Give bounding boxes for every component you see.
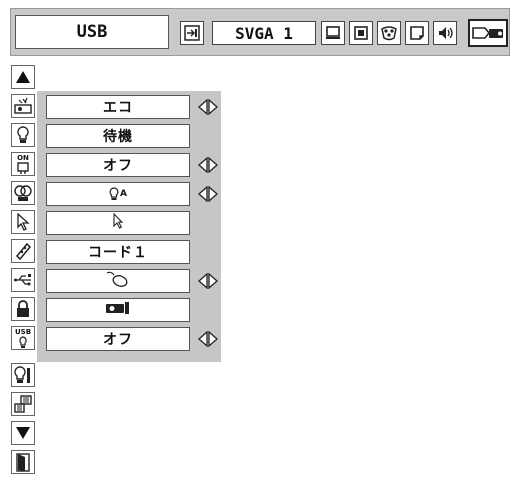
eco-mode-text: エコ bbox=[103, 100, 133, 116]
pointer-icon[interactable] bbox=[11, 210, 35, 234]
usb-power-value[interactable]: オフ bbox=[46, 327, 190, 351]
standby-icon[interactable] bbox=[11, 123, 35, 147]
lamp-auto-text: A bbox=[120, 189, 128, 199]
lamp-auto-icon: A bbox=[108, 187, 128, 201]
computer-mode-label: SVGA 1 bbox=[235, 23, 293, 43]
security-value[interactable] bbox=[46, 298, 190, 322]
filter-icon[interactable] bbox=[11, 392, 35, 416]
standby-value[interactable]: 待機 bbox=[46, 124, 190, 148]
color-icon[interactable] bbox=[377, 21, 401, 45]
setting-icon[interactable] bbox=[468, 19, 508, 47]
usb-mouse-icon[interactable] bbox=[11, 268, 35, 292]
remote-code-icon[interactable] bbox=[11, 239, 35, 263]
left-right-arrows-icon[interactable] bbox=[196, 327, 220, 351]
usb-power-text: オフ bbox=[103, 332, 133, 348]
mouse-icon bbox=[105, 271, 131, 291]
scroll-down-icon[interactable] bbox=[11, 421, 35, 445]
picture-icon[interactable] bbox=[405, 21, 429, 45]
pointer-value[interactable] bbox=[46, 211, 190, 235]
left-right-arrows-icon[interactable] bbox=[196, 182, 220, 206]
usb-badge: USB bbox=[14, 328, 32, 336]
lamp-control-value[interactable]: A bbox=[46, 182, 190, 206]
computer-mode-display: SVGA 1 bbox=[212, 21, 316, 45]
eco-mode-value[interactable]: エコ bbox=[46, 95, 190, 119]
projector-icon bbox=[105, 301, 131, 319]
security-lock-icon[interactable] bbox=[11, 297, 35, 321]
sound-icon[interactable] bbox=[433, 21, 457, 45]
on-start-value[interactable]: オフ bbox=[46, 153, 190, 177]
remote-code-value[interactable]: コード１ bbox=[46, 240, 190, 264]
remote-code-text: コード１ bbox=[88, 245, 148, 261]
pointer-cursor-icon bbox=[112, 212, 124, 233]
screen-icon[interactable] bbox=[321, 21, 345, 45]
image-adjust-icon[interactable] bbox=[349, 21, 373, 45]
usb-power-icon[interactable]: USB bbox=[11, 326, 35, 350]
input-icon[interactable] bbox=[180, 21, 204, 45]
input-source-label: USB bbox=[76, 22, 108, 42]
input-source-display: USB bbox=[15, 15, 169, 49]
power-on-icon[interactable]: ON bbox=[11, 152, 35, 176]
left-right-arrows-icon[interactable] bbox=[196, 269, 220, 293]
lamp-icon[interactable] bbox=[11, 181, 35, 205]
top-menu-bar: USB SVGA 1 bbox=[10, 8, 510, 56]
scroll-up-icon[interactable] bbox=[11, 65, 35, 89]
exit-icon[interactable] bbox=[11, 450, 35, 474]
power-badge: ON bbox=[17, 154, 29, 162]
left-right-arrows-icon[interactable] bbox=[196, 153, 220, 177]
on-start-text: オフ bbox=[103, 158, 133, 174]
lamp-replacement-icon[interactable] bbox=[11, 363, 35, 387]
usb-mouse-value[interactable] bbox=[46, 269, 190, 293]
eco-icon[interactable] bbox=[11, 94, 35, 118]
left-right-arrows-icon[interactable] bbox=[196, 95, 220, 119]
standby-text: 待機 bbox=[103, 129, 133, 145]
